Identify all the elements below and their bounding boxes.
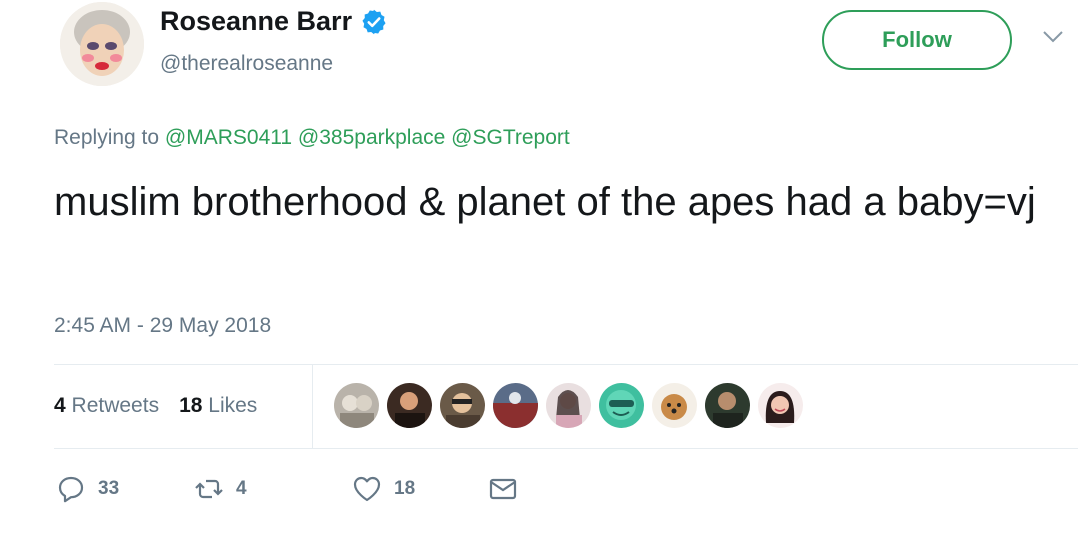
- likes-stat[interactable]: 18 Likes: [179, 394, 257, 418]
- tweet-timestamp[interactable]: 2:45 AM - 29 May 2018: [54, 314, 271, 338]
- direct-message-action[interactable]: [488, 474, 518, 504]
- likers-avatars: [334, 383, 803, 428]
- retweet-count: 4: [236, 478, 247, 499]
- retweet-action[interactable]: 4: [194, 474, 352, 504]
- mention-link[interactable]: @MARS0411: [165, 126, 292, 149]
- verified-badge-icon: [362, 9, 386, 34]
- chevron-down-icon[interactable]: [1042, 30, 1064, 44]
- envelope-icon: [489, 478, 517, 500]
- liker-avatar[interactable]: [334, 383, 379, 428]
- likes-count: 18: [179, 394, 203, 417]
- divider: [54, 448, 1078, 449]
- reply-action[interactable]: 33: [56, 474, 194, 504]
- reply-count: 33: [98, 478, 120, 499]
- like-action[interactable]: 18: [352, 474, 488, 504]
- user-handle[interactable]: @therealroseanne: [160, 52, 333, 76]
- liker-avatar[interactable]: [705, 383, 750, 428]
- display-name[interactable]: Roseanne Barr: [160, 6, 352, 37]
- like-count: 18: [394, 478, 416, 499]
- liker-avatar[interactable]: [546, 383, 591, 428]
- likes-label: Likes: [208, 394, 258, 417]
- liker-avatar[interactable]: [599, 383, 644, 428]
- retweets-label: Retweets: [71, 394, 160, 417]
- reply-icon: [58, 476, 84, 503]
- liker-avatar[interactable]: [652, 383, 697, 428]
- divider: [54, 364, 1078, 365]
- retweet-icon: [195, 479, 223, 499]
- follow-button[interactable]: Follow: [822, 10, 1012, 70]
- mention-link[interactable]: @SGTreport: [451, 126, 570, 149]
- liker-avatar[interactable]: [758, 383, 803, 428]
- replying-to-line: Replying to @MARS0411 @385parkplace @SGT…: [54, 126, 570, 150]
- liker-avatar[interactable]: [440, 383, 485, 428]
- replying-to-label: Replying to: [54, 126, 160, 149]
- profile-avatar[interactable]: [60, 2, 144, 86]
- avatar-image: [60, 2, 144, 86]
- tweet-actions: 33 4 18: [56, 474, 518, 504]
- retweets-count: 4: [54, 394, 66, 417]
- tweet-text: muslim brotherhood & planet of the apes …: [54, 180, 1036, 224]
- heart-icon: [353, 476, 381, 502]
- tweet-stats: 4 Retweets 18 Likes: [54, 394, 257, 418]
- mention-link[interactable]: @385parkplace: [298, 126, 445, 149]
- user-name-row[interactable]: Roseanne Barr: [160, 6, 388, 37]
- stats-divider: [312, 364, 313, 448]
- liker-avatar[interactable]: [387, 383, 432, 428]
- liker-avatar[interactable]: [493, 383, 538, 428]
- retweets-stat[interactable]: 4 Retweets: [54, 394, 159, 418]
